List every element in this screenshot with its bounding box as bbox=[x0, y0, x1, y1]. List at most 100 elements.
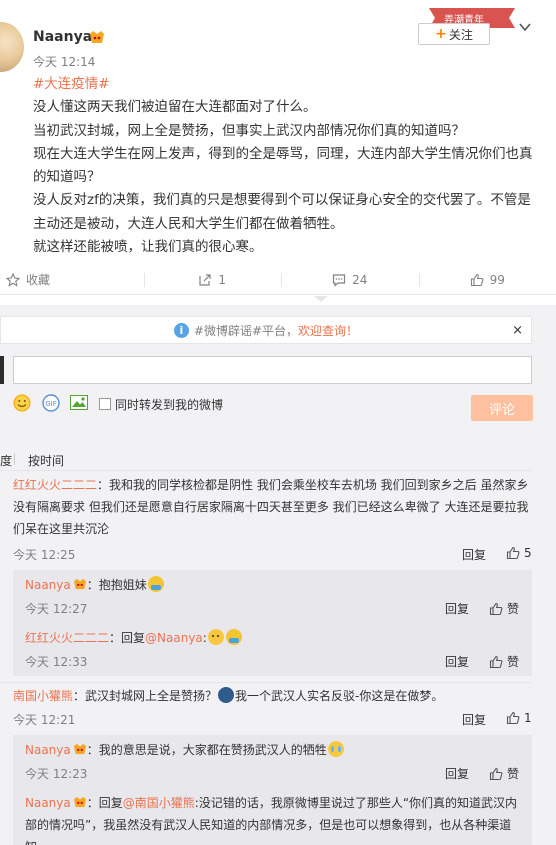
reply-like-label: 赞 bbox=[507, 767, 520, 781]
author-avatar[interactable] bbox=[0, 22, 24, 72]
forward-count: 1 bbox=[218, 272, 227, 287]
comment-time: 今天 12:21 bbox=[13, 713, 76, 727]
comment-like-button[interactable]: 5 bbox=[506, 546, 532, 560]
vip-badge-icon bbox=[73, 578, 86, 590]
boy-emoji-icon bbox=[218, 687, 235, 703]
commenter-name[interactable]: 红红火火二二二 bbox=[13, 478, 97, 492]
comment-button[interactable]: 24 bbox=[281, 265, 419, 294]
comment-input[interactable] bbox=[13, 356, 532, 384]
sort-hot-tab[interactable]: 度 bbox=[0, 452, 15, 469]
hashtag-link[interactable]: #大连疫情# bbox=[33, 76, 110, 92]
emoji-icon[interactable] bbox=[13, 394, 31, 412]
follow-button[interactable]: + 关注 bbox=[418, 23, 490, 45]
reply-text: ：抱抱姐妹 bbox=[86, 578, 147, 592]
reply-item: Naanya ：回复@南国小獾熊:没记错的话，我原微博里说过了那些人“你们真的知道… bbox=[25, 792, 523, 845]
reply-item: Naanya ：抱抱姐妹 bbox=[25, 574, 165, 596]
comment-pointer bbox=[314, 296, 328, 302]
comment-like-count: 1 bbox=[524, 711, 532, 725]
replier-name[interactable]: 红红火火二二二 bbox=[25, 631, 109, 645]
comment-time: 今天 12:25 bbox=[13, 548, 76, 562]
reply-button[interactable]: 回复 bbox=[462, 546, 486, 563]
author-name[interactable]: Naanya bbox=[33, 29, 92, 45]
thumbs-up-icon bbox=[470, 273, 484, 286]
reply-item: Naanya ：我的意思是说，大家都在赞扬武汉人的牺牲 bbox=[25, 739, 345, 761]
like-count: 99 bbox=[489, 272, 505, 287]
forward-icon bbox=[199, 273, 212, 286]
post-line: 就这样还能被喷，让我们真的很心寒。 bbox=[33, 239, 263, 256]
comment-icon bbox=[333, 273, 346, 287]
commenter-name[interactable]: 南国小獾熊 bbox=[13, 689, 73, 703]
submit-comment-button[interactable]: 评论 bbox=[471, 395, 533, 421]
reply-like-button[interactable]: 赞 bbox=[489, 600, 519, 617]
thumbs-up-icon bbox=[506, 711, 520, 725]
sort-divider-line bbox=[0, 470, 532, 471]
vip-badge-icon bbox=[73, 796, 86, 808]
reply-text: ：回复 bbox=[109, 631, 146, 645]
thumbs-up-icon bbox=[489, 602, 503, 615]
mention-link[interactable]: @Naanya bbox=[145, 631, 203, 645]
reply-button[interactable]: 回复 bbox=[445, 600, 469, 617]
thumbs-up-icon bbox=[506, 546, 520, 560]
comment-item: 红红火火二二二：我和我的同学核检都是阴性 我们会乘坐校车去机场 我们回到家乡之后… bbox=[13, 474, 532, 540]
reply-button[interactable]: 回复 bbox=[445, 653, 469, 670]
current-user-avatar bbox=[0, 356, 4, 384]
reply-button[interactable]: 回复 bbox=[445, 765, 469, 782]
thumbs-up-icon bbox=[489, 767, 503, 780]
comment-like-count: 5 bbox=[524, 546, 532, 560]
hug-emoji-icon bbox=[225, 629, 242, 645]
reply-item: 红红火火二二二：回复@Naanya: bbox=[25, 627, 243, 649]
post-content: #大连疫情# 没人懂这两天我们被迫留在大连都面对了什么。 当初武汉封城，网上全是… bbox=[33, 73, 533, 259]
replier-name[interactable]: Naanya bbox=[25, 743, 71, 757]
notice-text[interactable]: #微博辟谣#平台， bbox=[194, 322, 298, 339]
action-bar: 收藏 1 24 99 bbox=[0, 265, 556, 295]
comment-divider bbox=[0, 682, 532, 683]
reply-like-label: 赞 bbox=[507, 655, 520, 669]
collect-label: 收藏 bbox=[26, 273, 51, 287]
reply-time: 今天 12:33 bbox=[25, 655, 88, 669]
mention-link[interactable]: @南国小獾熊 bbox=[123, 796, 195, 810]
notice-highlight[interactable]: 欢迎查询！ bbox=[298, 322, 358, 339]
comment-text: 我一个武汉人实名反驳-你这是在做梦。 bbox=[235, 689, 444, 703]
cry-laugh-emoji-icon bbox=[327, 741, 344, 757]
rumor-notice-bar: i #微博辟谣#平台， 欢迎查询！ × bbox=[0, 316, 532, 344]
svg-text:GIF: GIF bbox=[45, 400, 57, 408]
post-line: 没人懂这两天我们被迫留在大连都面对了什么。 bbox=[33, 99, 317, 116]
forward-button[interactable]: 1 bbox=[143, 265, 282, 294]
reply-like-label: 赞 bbox=[507, 602, 520, 616]
sort-time-tab[interactable]: 按时间 bbox=[28, 452, 64, 469]
replier-name[interactable]: Naanya bbox=[25, 796, 71, 810]
reply-text: ：回复 bbox=[86, 796, 123, 810]
reply-like-button[interactable]: 赞 bbox=[489, 653, 519, 670]
comment-item: 南国小獾熊：武汉封城网上全是赞扬？ 我一个武汉人实名反驳-你这是在做梦。 bbox=[13, 685, 532, 707]
reply-text: : bbox=[202, 631, 207, 645]
reply-like-button[interactable]: 赞 bbox=[489, 765, 519, 782]
reply-divider bbox=[25, 622, 520, 623]
comment-count: 24 bbox=[352, 272, 368, 287]
collect-button[interactable]: 收藏 bbox=[0, 265, 144, 294]
chevron-down-icon[interactable] bbox=[518, 20, 532, 34]
post-line: 当初武汉封城，网上全是赞扬，但事实上武汉内部情况你们真的知道吗？ bbox=[33, 122, 465, 139]
info-icon: i bbox=[173, 322, 189, 338]
plus-icon: + bbox=[435, 26, 447, 42]
vip-badge-icon bbox=[90, 31, 104, 43]
replier-name[interactable]: Naanya bbox=[25, 578, 71, 592]
like-button[interactable]: 99 bbox=[418, 265, 556, 294]
awkward-emoji-icon bbox=[207, 629, 224, 645]
reply-time: 今天 12:27 bbox=[25, 602, 88, 616]
post-line: 现在大连大学生在网上发声，得到的全是辱骂，同理，大连内部大学生情况你们也真的知道… bbox=[33, 145, 533, 186]
reply-button[interactable]: 回复 bbox=[462, 711, 486, 728]
comment-like-button[interactable]: 1 bbox=[506, 711, 532, 725]
weibo-post-card: Naanya 今天 12:14 弄潮青年 + 关注 #大连疫情# 没人懂这两天我… bbox=[0, 0, 556, 845]
forward-checkbox-label[interactable]: 同时转发到我的微博 bbox=[115, 396, 223, 413]
image-icon[interactable] bbox=[70, 395, 88, 410]
reply-text: ：我的意思是说，大家都在赞扬武汉人的牺牲 bbox=[86, 743, 327, 757]
follow-label: 关注 bbox=[448, 27, 473, 42]
gif-icon[interactable]: GIF bbox=[41, 394, 61, 412]
forward-checkbox[interactable] bbox=[99, 398, 111, 410]
thumbs-up-icon bbox=[489, 655, 503, 668]
post-time[interactable]: 今天 12:14 bbox=[33, 53, 95, 70]
reply-time: 今天 12:23 bbox=[25, 767, 88, 781]
comment-text: ：武汉封城网上全是赞扬？ bbox=[73, 689, 218, 703]
hug-emoji-icon bbox=[147, 576, 164, 592]
close-icon[interactable]: × bbox=[512, 323, 523, 338]
